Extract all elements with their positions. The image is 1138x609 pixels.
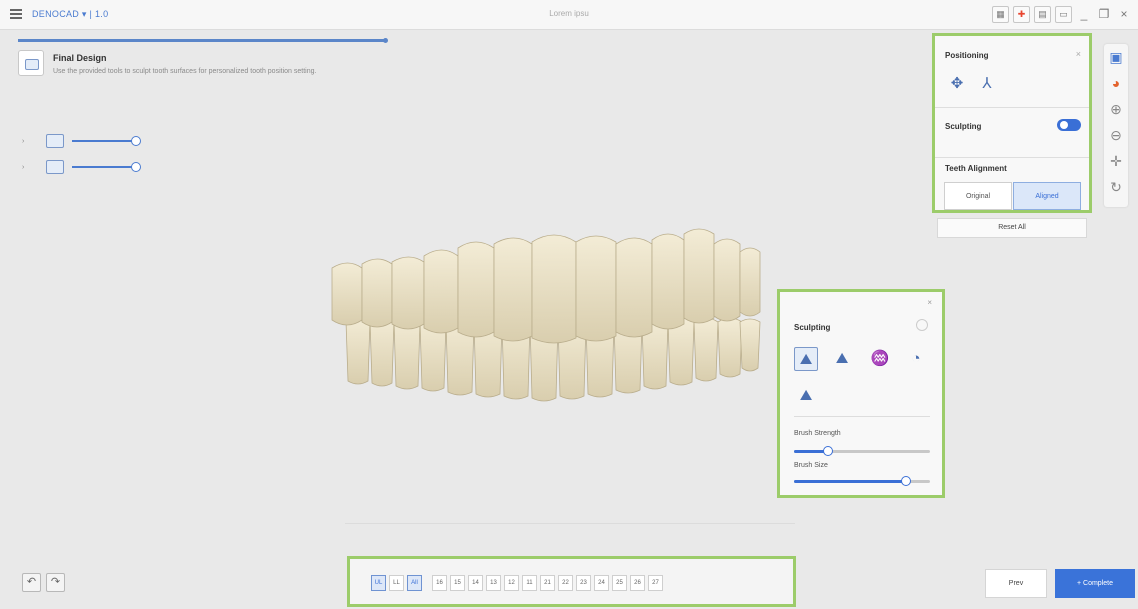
upper-jaw-icon[interactable]	[46, 134, 64, 148]
tooth-button-26[interactable]: 26	[630, 575, 645, 591]
close-icon[interactable]: ×	[927, 298, 932, 307]
lower-jaw-visibility: ›	[22, 160, 141, 174]
close-button[interactable]: ×	[1116, 6, 1132, 23]
window-controls: ▦ ✚ ▤ ▭ _ ❐ ×	[992, 6, 1132, 23]
final-design-icon	[18, 50, 44, 76]
dental-model[interactable]	[326, 226, 766, 406]
flatten-icon[interactable]: ⛰	[794, 384, 818, 408]
restore-button[interactable]: ❐	[1096, 6, 1112, 23]
tooth-button-21[interactable]: 21	[540, 575, 555, 591]
pan-icon[interactable]: ✛	[1104, 148, 1128, 174]
tooth-button-16[interactable]: 16	[432, 575, 447, 591]
tooth-button-27[interactable]: 27	[648, 575, 663, 591]
axis-icon[interactable]: ⅄	[977, 74, 997, 94]
step-header: Final Design Use the provided tools to s…	[18, 50, 316, 80]
tooth-button-22[interactable]: 22	[558, 575, 573, 591]
lower-jaw-opacity-slider[interactable]	[72, 162, 141, 172]
morph-icon[interactable]: ◔	[904, 347, 928, 371]
minimize-button[interactable]: _	[1076, 6, 1092, 23]
teeth-alignment-title: Teeth Alignment	[945, 164, 1007, 173]
brush-strength-slider[interactable]	[794, 446, 930, 456]
add-icon[interactable]: ⛰	[794, 347, 818, 371]
tooth-selector-inner: UL LL All 16 15 14 13 12 11 21 22 23 24 25 26 27	[371, 575, 666, 591]
upper-view-button[interactable]: UL	[371, 575, 386, 591]
remove-icon[interactable]: ⛰	[830, 347, 854, 371]
positioning-section: Positioning × ✥ ⅄	[935, 36, 1089, 108]
divider	[794, 416, 930, 417]
sculpting-title: Sculpting	[794, 323, 831, 332]
positioning-panel: Positioning × ✥ ⅄ Sculpting Teeth Alignm…	[932, 33, 1092, 213]
tooth-button-24[interactable]: 24	[594, 575, 609, 591]
brush-size-slider[interactable]	[794, 476, 930, 486]
lower-view-button[interactable]: LL	[389, 575, 404, 591]
prev-button[interactable]: Prev	[985, 569, 1047, 598]
rotate-tooth-icon[interactable]: ✥	[947, 74, 967, 94]
slider-knob[interactable]	[900, 476, 911, 486]
window-icon[interactable]: ▭	[1055, 6, 1072, 23]
step-title: Final Design	[53, 53, 107, 63]
zoom-in-icon[interactable]: ⊕	[1104, 96, 1128, 122]
info-icon[interactable]	[916, 319, 928, 331]
complete-button[interactable]: + Complete	[1055, 569, 1135, 598]
layout-icon[interactable]: ▤	[1034, 6, 1051, 23]
workflow-progress	[18, 38, 388, 43]
lower-jaw-icon[interactable]	[46, 160, 64, 174]
tooth-button-14[interactable]: 14	[468, 575, 483, 591]
rotate-icon[interactable]: ↻	[1104, 174, 1128, 200]
tooth-button-23[interactable]: 23	[576, 575, 591, 591]
positioning-title: Positioning	[945, 51, 989, 60]
tooth-selector-bar: UL LL All 16 15 14 13 12 11 21 22 23 24 25 26 27	[347, 556, 796, 607]
step-description: Use the provided tools to sculpt tooth s…	[53, 68, 317, 75]
crosshair-icon[interactable]: ✚	[1013, 6, 1030, 23]
upper-jaw-visibility: ›	[22, 134, 141, 148]
reset-all-button[interactable]: Reset All	[937, 218, 1087, 238]
expand-arrow-icon[interactable]: ›	[22, 164, 30, 171]
grid-view-icon[interactable]: ▦	[992, 6, 1009, 23]
smooth-icon[interactable]: ♒	[868, 347, 892, 371]
progress-fill	[18, 39, 386, 42]
aligned-option[interactable]: Aligned	[1013, 182, 1081, 210]
upper-jaw-opacity-slider[interactable]	[72, 136, 141, 146]
select-icon[interactable]: ▣	[1104, 44, 1128, 70]
undo-button[interactable]: ↶	[22, 573, 41, 592]
view-toolbar: ▣ ◕ ⊕ ⊖ ✛ ↻	[1104, 44, 1128, 207]
tooth-button-11[interactable]: 11	[522, 575, 537, 591]
expand-arrow-icon[interactable]: ›	[22, 138, 30, 145]
progress-dot	[383, 38, 388, 43]
tooth-button-12[interactable]: 12	[504, 575, 519, 591]
all-teeth-button[interactable]: All	[407, 575, 422, 591]
sculpting-toggle-label: Sculpting	[945, 122, 982, 131]
slider-knob[interactable]	[131, 162, 141, 172]
title-bar: DENOCAD ▾ | 1.0 Lorem ipsu ▦ ✚ ▤ ▭ _ ❐ ×	[0, 0, 1138, 30]
tooth-button-15[interactable]: 15	[450, 575, 465, 591]
sculpting-panel: × Sculpting ⛰ ⛰ ♒ ◔ ⛰ Brush Strength Bru…	[777, 289, 945, 498]
divider	[345, 523, 795, 524]
zoom-out-icon[interactable]: ⊖	[1104, 122, 1128, 148]
window-title: Lorem ipsu	[549, 9, 589, 18]
sculpting-toggle[interactable]	[1057, 119, 1081, 131]
tooth-button-25[interactable]: 25	[612, 575, 627, 591]
slider-knob[interactable]	[131, 136, 141, 146]
redo-button[interactable]: ↷	[46, 573, 65, 592]
sculpting-toggle-section: Sculpting	[935, 108, 1089, 158]
tooth-button-13[interactable]: 13	[486, 575, 501, 591]
color-icon[interactable]: ◕	[1104, 70, 1128, 96]
slider-knob[interactable]	[823, 446, 833, 456]
undo-redo-group: ↶ ↷	[22, 573, 65, 592]
close-icon[interactable]: ×	[1076, 49, 1081, 59]
original-option[interactable]: Original	[944, 182, 1012, 210]
brush-strength-label: Brush Strength	[794, 430, 841, 437]
slider-fill	[794, 480, 906, 483]
brush-size-label: Brush Size	[794, 462, 828, 469]
